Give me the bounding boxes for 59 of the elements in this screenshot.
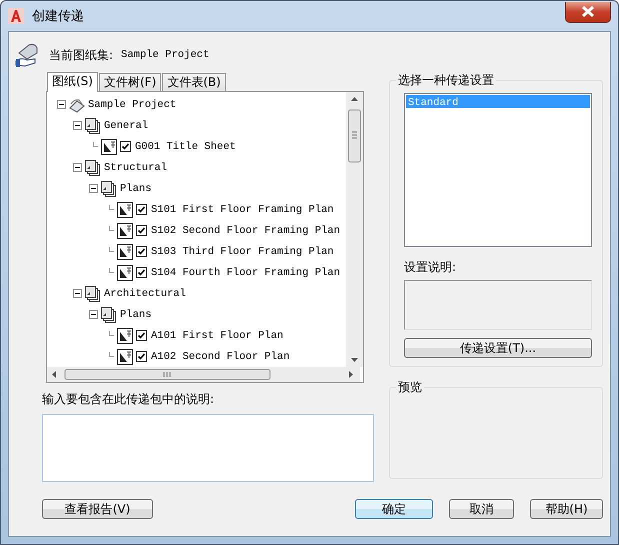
- close-button[interactable]: [565, 2, 611, 22]
- app-logo-icon: [8, 8, 24, 24]
- notes-field[interactable]: [42, 414, 374, 482]
- tree-item[interactable]: Sample Project: [88, 98, 176, 110]
- horizontal-scrollbar[interactable]: [47, 367, 360, 382]
- subset-icon: [84, 284, 102, 302]
- dialog-button[interactable]: 取消: [449, 499, 514, 519]
- current-set-name: Sample Project: [121, 49, 210, 61]
- sheet-icon: [116, 326, 134, 344]
- tree-item[interactable]: Plans: [120, 308, 152, 320]
- subset-icon: [84, 158, 102, 176]
- tree-item[interactable]: Plans: [120, 182, 152, 194]
- checkbox[interactable]: [136, 267, 147, 278]
- checkbox[interactable]: [136, 330, 147, 341]
- collapse-icon[interactable]: [73, 120, 82, 130]
- window-title: 创建传递: [32, 8, 84, 25]
- close-icon: [581, 6, 595, 17]
- collapse-icon[interactable]: [89, 184, 98, 192]
- tree-item[interactable]: G001 Title Sheet: [135, 140, 236, 152]
- checkbox[interactable]: [120, 141, 131, 152]
- subset-icon: [84, 116, 102, 134]
- sheet-icon: [116, 348, 134, 366]
- checkbox[interactable]: [136, 246, 147, 257]
- tree-item[interactable]: S101 First Floor Framing Plan: [151, 204, 334, 216]
- subset-icon: [100, 306, 118, 324]
- setups-button[interactable]: 传递设置(T)...: [404, 338, 592, 358]
- dialog-button[interactable]: 查看报告(V): [42, 499, 153, 519]
- tab[interactable]: 图纸(S): [47, 72, 98, 92]
- tree-item[interactable]: S102 Second Floor Framing Plan: [151, 224, 340, 236]
- group-title: 选择一种传递设置: [397, 72, 495, 89]
- tree-item[interactable]: S104 Fourth Floor Framing Plan: [151, 266, 340, 278]
- tree-item[interactable]: Architectural: [104, 288, 186, 300]
- collapse-icon[interactable]: [73, 162, 82, 172]
- tree-item[interactable]: A102 Second Floor Plan: [151, 350, 290, 362]
- checkbox[interactable]: [136, 351, 147, 362]
- sheet-icon: [116, 264, 134, 282]
- dialog-button[interactable]: 确定: [355, 499, 433, 519]
- collapse-icon[interactable]: [89, 310, 98, 318]
- tab[interactable]: 文件树(F): [98, 73, 162, 91]
- group-title: 预览: [397, 379, 423, 396]
- description-label: 设置说明:: [404, 259, 458, 276]
- dialog-button[interactable]: 帮助(H): [530, 499, 603, 519]
- collapse-icon[interactable]: [73, 288, 82, 298]
- tree-item[interactable]: Structural: [104, 162, 168, 174]
- sheet-icon: [116, 242, 134, 260]
- checkbox[interactable]: [136, 204, 147, 215]
- sheet-icon: [116, 222, 134, 240]
- tree-item[interactable]: A101 First Floor Plan: [151, 330, 284, 342]
- sheet-icon: [116, 200, 134, 218]
- notes-label: 输入要包含在此传递包中的说明:: [42, 391, 216, 408]
- collapse-icon[interactable]: [57, 100, 66, 108]
- tab[interactable]: 文件表(B): [162, 73, 226, 91]
- vertical-scrollbar[interactable]: [346, 92, 363, 367]
- subset-icon: [100, 180, 118, 198]
- current-set-label: 当前图纸集:: [49, 46, 114, 64]
- checkbox[interactable]: [136, 225, 147, 236]
- tree-item[interactable]: General: [104, 120, 148, 132]
- tree-item[interactable]: S103 Third Floor Framing Plan: [151, 246, 334, 258]
- sheet-icon: [100, 138, 118, 156]
